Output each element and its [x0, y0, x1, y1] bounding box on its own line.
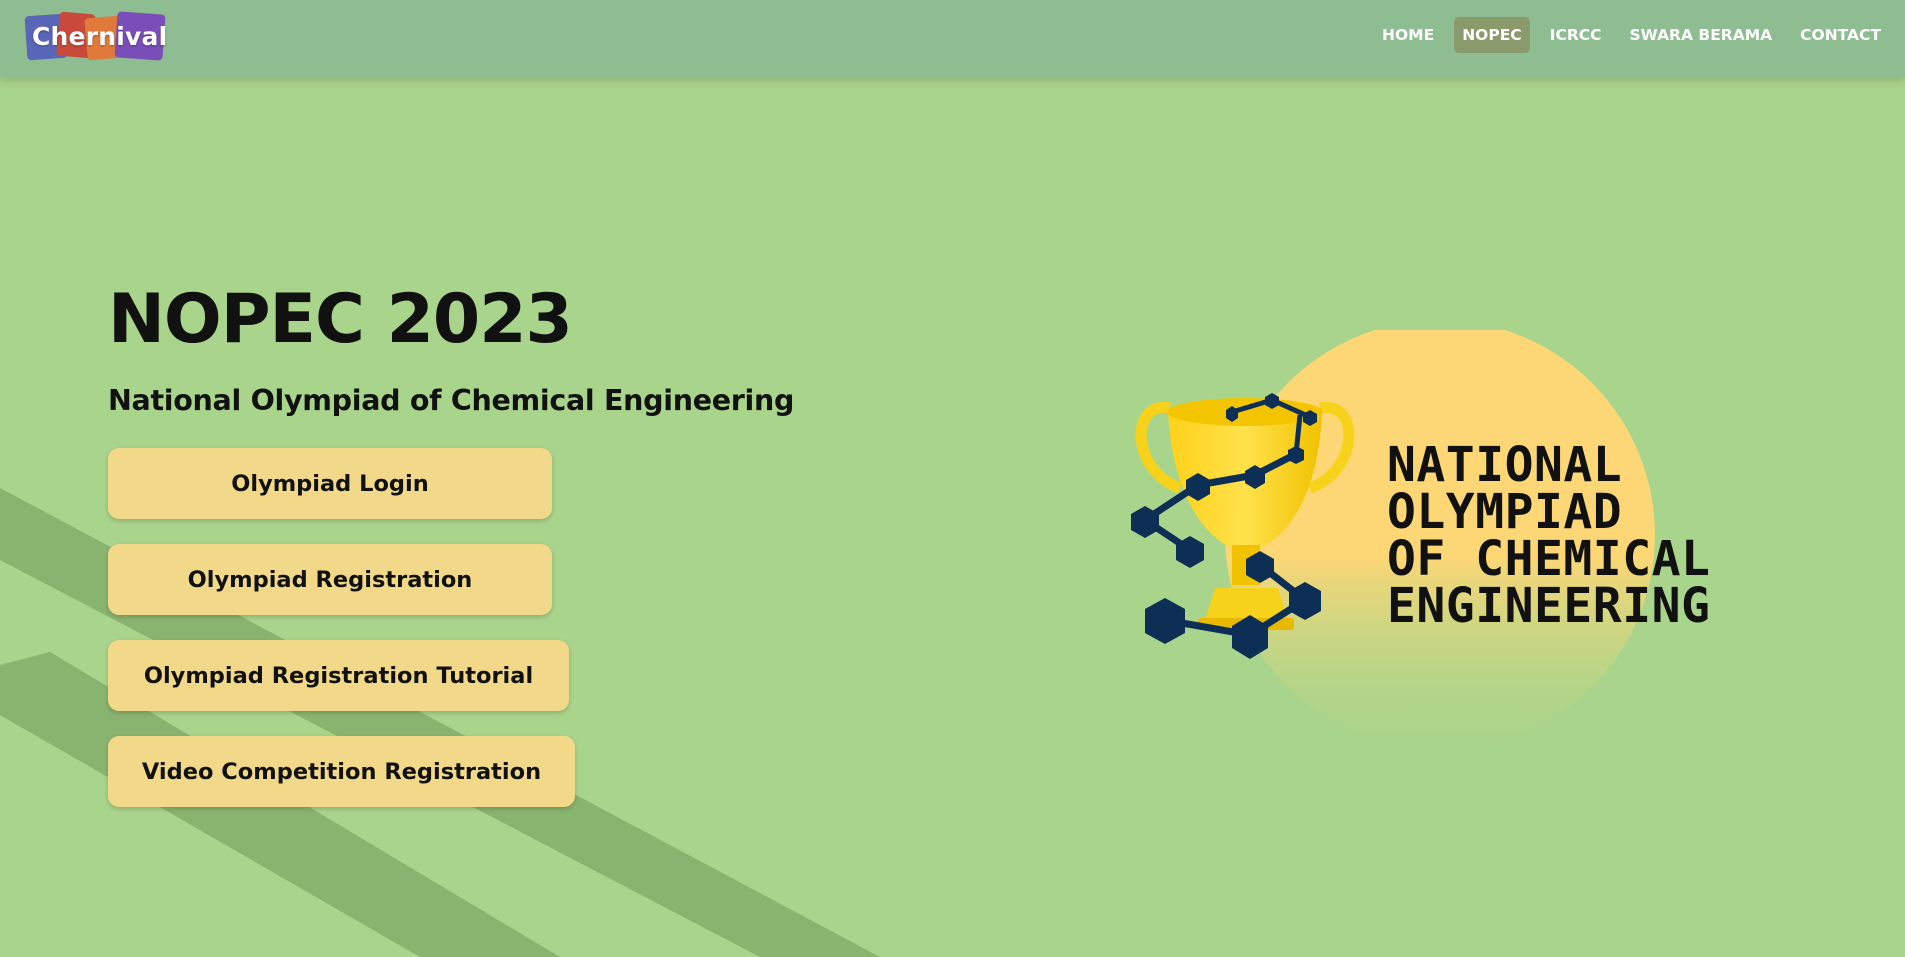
chernival-logo[interactable]: Chernival — [24, 11, 169, 63]
page-title: NOPEC 2023 — [108, 280, 573, 359]
nav-icrcc[interactable]: ICRCC — [1542, 17, 1610, 53]
navbar: Chernival HOME NOPEC ICRCC SWARA BERAMA … — [0, 0, 1905, 78]
nav-nopec[interactable]: NOPEC — [1454, 17, 1530, 53]
emblem-wordmark: NATIONAL OLYMPIAD OF CHEMICAL ENGINEERIN… — [1387, 437, 1711, 634]
main-nav: HOME NOPEC ICRCC SWARA BERAMA CONTACT — [1374, 17, 1889, 53]
action-buttons: Olympiad Login Olympiad Registration Oly… — [108, 448, 794, 807]
olympiad-registration-button[interactable]: Olympiad Registration — [108, 544, 552, 615]
nav-swara-berama[interactable]: SWARA BERAMA — [1622, 17, 1781, 53]
nav-home[interactable]: HOME — [1374, 17, 1442, 53]
emblem-line-1: NATIONAL — [1387, 437, 1623, 493]
emblem-line-3: OF CHEMICAL — [1387, 531, 1711, 587]
emblem-line-4: ENGINEERING — [1387, 578, 1711, 634]
logo-text: Chernival — [32, 22, 168, 51]
nav-contact[interactable]: CONTACT — [1792, 17, 1889, 53]
video-competition-registration-button[interactable]: Video Competition Registration — [108, 736, 575, 807]
hero-section: NOPEC 2023 National Olympiad of Chemical… — [108, 278, 794, 807]
olympiad-login-button[interactable]: Olympiad Login — [108, 448, 552, 519]
emblem-line-2: OLYMPIAD — [1387, 484, 1623, 540]
olympiad-registration-tutorial-button[interactable]: Olympiad Registration Tutorial — [108, 640, 569, 711]
page-subtitle: National Olympiad of Chemical Engineerin… — [108, 384, 795, 417]
